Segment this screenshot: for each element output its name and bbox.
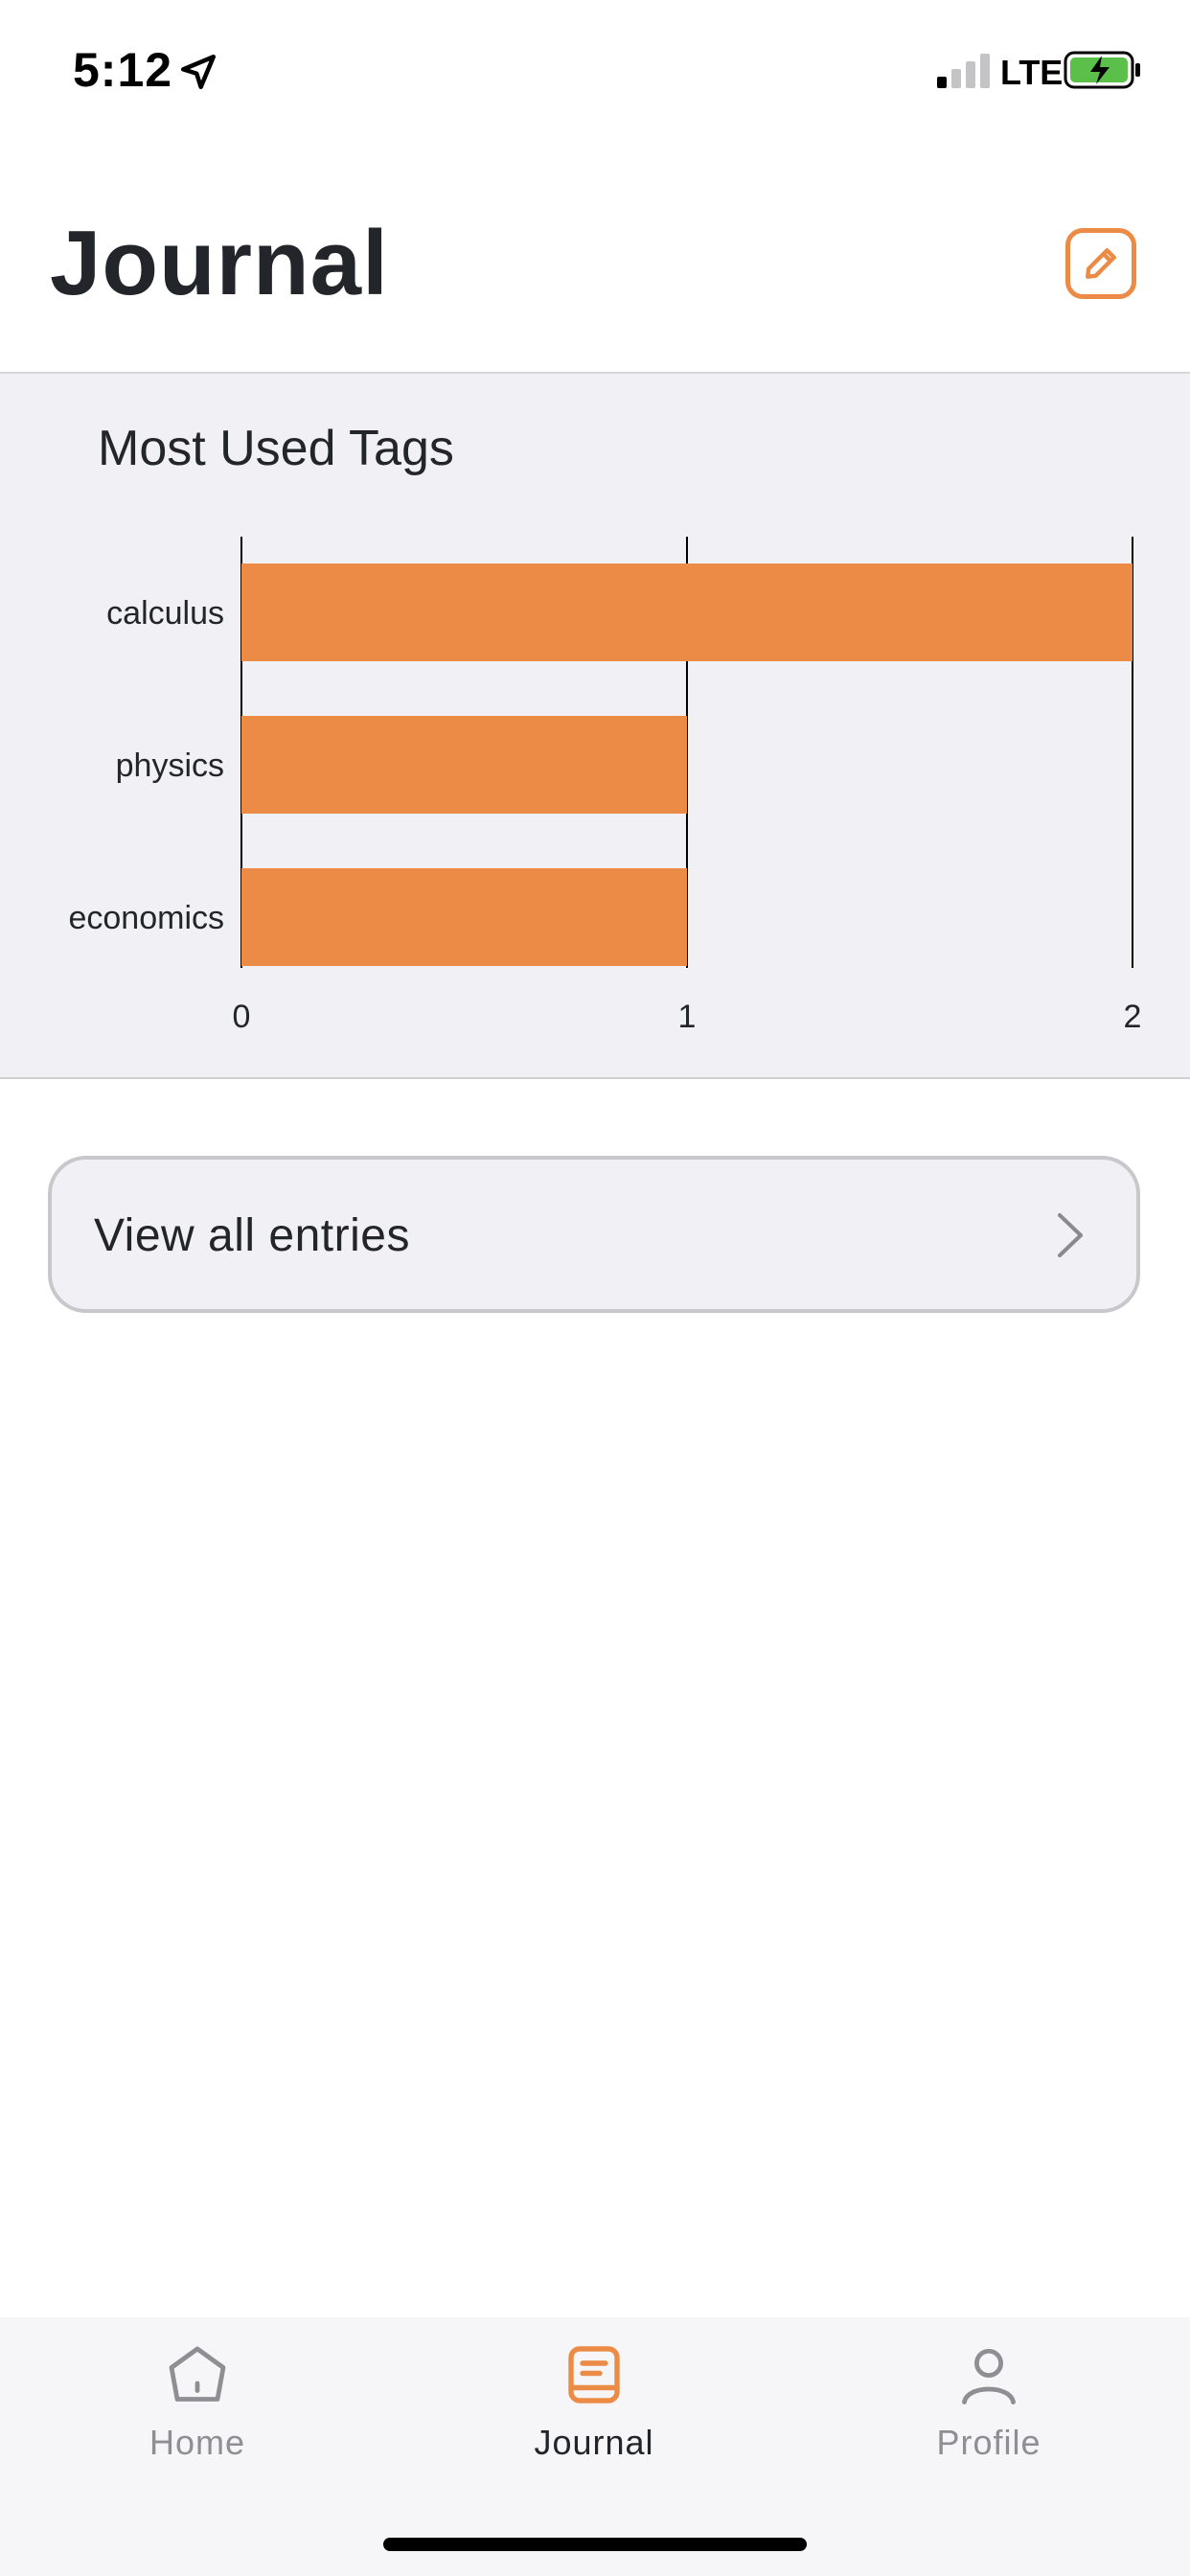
header: Journal [0, 144, 1190, 374]
edit-icon [1086, 248, 1116, 279]
home-icon [169, 2346, 226, 2402]
status-time: 5:12 [73, 43, 173, 97]
x-tick-label: 1 [678, 999, 697, 1035]
view-all-entries-label: View all entries [94, 1210, 410, 1261]
x-tick-label: 0 [233, 999, 251, 1035]
journal-icon [568, 2346, 620, 2404]
category-label: economics [68, 900, 224, 936]
tab-profile[interactable]: Profile [864, 2340, 1113, 2474]
battery-charging-icon [1064, 51, 1140, 89]
tab-journal[interactable]: Journal [469, 2340, 719, 2474]
location-arrow-icon [180, 54, 217, 90]
tab-home-label: Home [149, 2423, 246, 2462]
bar-economics [241, 868, 687, 966]
category-label: physics [116, 748, 224, 784]
profile-icon [962, 2349, 1016, 2404]
chevron-right-icon [1058, 1213, 1083, 1257]
bar-calculus [241, 564, 1133, 661]
tab-journal-label: Journal [534, 2423, 654, 2462]
bar-chart: 0 1 2 calculus physics economics [68, 537, 1142, 1035]
network-label: LTE [1000, 53, 1064, 92]
new-entry-button[interactable] [1065, 228, 1136, 299]
signal-icon [937, 54, 990, 88]
x-tick-label: 2 [1124, 999, 1142, 1035]
view-all-entries-button[interactable]: View all entries [48, 1156, 1140, 1313]
status-bar: 5:12 LTE [0, 0, 1190, 144]
category-label: calculus [106, 595, 224, 632]
home-indicator [383, 2538, 807, 2551]
most-used-tags-chart: Most Used Tags 0 1 2 calculus physics economi… [0, 374, 1190, 1079]
page-title: Journal [50, 212, 389, 314]
tab-home[interactable]: Home [73, 2340, 322, 2474]
bar-physics [241, 716, 687, 814]
tab-profile-label: Profile [936, 2423, 1041, 2462]
